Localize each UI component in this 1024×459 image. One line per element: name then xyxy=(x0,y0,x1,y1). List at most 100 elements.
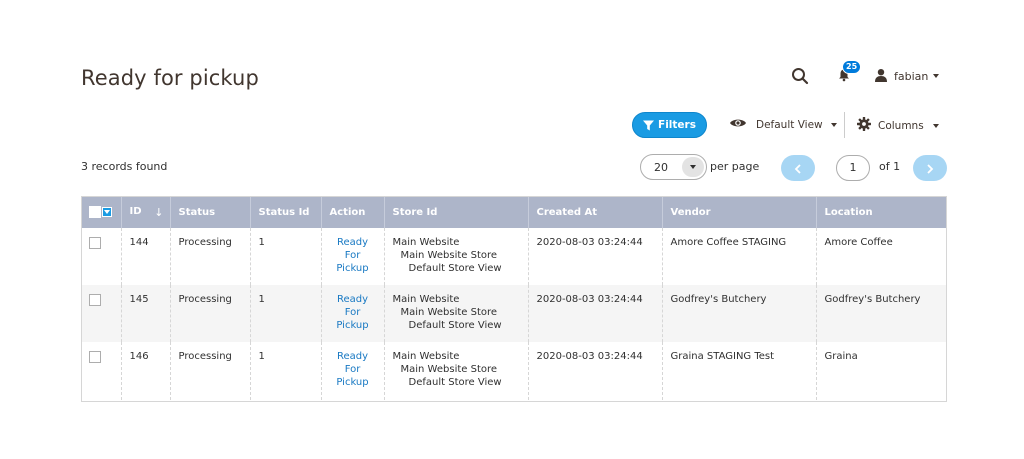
cell-location: Amore Coffee xyxy=(815,228,947,285)
column-header-action[interactable]: Action xyxy=(320,196,384,228)
filters-label: Filters xyxy=(658,119,696,131)
mass-actions-dropdown[interactable] xyxy=(102,207,112,217)
mass-select-header xyxy=(81,196,121,228)
current-page-input[interactable]: 1 xyxy=(836,155,870,181)
cell-status-id: 1 xyxy=(249,285,321,342)
store-view: Default Store View xyxy=(408,320,502,331)
table-row[interactable]: 146 Processing 1 Ready For Pickup Main W… xyxy=(81,342,947,400)
sort-arrow-icon: ↓ xyxy=(154,205,164,219)
cell-created-at: 2020-08-03 03:24:44 xyxy=(527,228,662,285)
cell-id: 145 xyxy=(120,285,170,342)
ready-for-pickup-link[interactable]: Ready For Pickup xyxy=(330,236,376,275)
action-line: For xyxy=(344,364,361,375)
user-icon xyxy=(874,68,888,85)
cell-store-id: Main Website Main Website Store Default … xyxy=(383,285,528,342)
cell-status-id: 1 xyxy=(249,342,321,400)
action-line: Pickup xyxy=(336,263,369,274)
store-view: Default Store View xyxy=(408,377,502,388)
cell-store-id: Main Website Main Website Store Default … xyxy=(383,228,528,285)
per-page-label: per page xyxy=(710,160,760,173)
row-checkbox[interactable] xyxy=(89,294,101,306)
column-header-vendor[interactable]: Vendor xyxy=(661,196,816,228)
chevron-down-icon xyxy=(104,210,110,214)
cell-store-id: Main Website Main Website Store Default … xyxy=(383,342,528,400)
chevron-down-icon xyxy=(932,123,939,128)
cell-vendor: Graina STAGING Test xyxy=(661,342,816,400)
action-line: Pickup xyxy=(336,377,369,388)
action-line: Pickup xyxy=(336,320,369,331)
ready-for-pickup-link[interactable]: Ready For Pickup xyxy=(330,293,376,332)
per-page-select[interactable]: 20 xyxy=(640,154,707,180)
store-name: Main Website Store xyxy=(400,250,498,261)
column-header-store-id[interactable]: Store Id xyxy=(383,196,528,228)
cell-location: Graina xyxy=(815,342,947,400)
table-row[interactable]: 144 Processing 1 Ready For Pickup Main W… xyxy=(81,228,947,285)
cell-location: Godfrey's Butchery xyxy=(815,285,947,342)
column-header-created-at[interactable]: Created At xyxy=(527,196,662,228)
columns-label: Columns xyxy=(878,119,924,132)
cell-created-at: 2020-08-03 03:24:44 xyxy=(527,342,662,400)
column-header-label: Status xyxy=(178,206,216,218)
store-name: Main Website Store xyxy=(400,364,498,375)
row-checkbox[interactable] xyxy=(89,237,101,249)
cell-vendor: Godfrey's Butchery xyxy=(661,285,816,342)
cell-status: Processing xyxy=(169,285,250,342)
toolbar-divider xyxy=(844,112,845,138)
column-header-label: Status Id xyxy=(258,206,310,218)
table-row[interactable]: 145 Processing 1 Ready For Pickup Main W… xyxy=(81,285,947,342)
column-header-status[interactable]: Status xyxy=(169,196,250,228)
filter-icon xyxy=(643,120,655,131)
user-account-menu[interactable]: fabian xyxy=(874,68,940,85)
per-page-dropdown-button[interactable] xyxy=(682,157,704,177)
store-website: Main Website xyxy=(392,351,460,362)
chevron-down-icon xyxy=(933,74,940,78)
search-icon[interactable] xyxy=(790,66,810,86)
chevron-down-icon xyxy=(690,165,696,169)
select-all-checkbox[interactable] xyxy=(89,206,101,218)
column-header-location[interactable]: Location xyxy=(815,196,947,228)
view-label: Default View xyxy=(756,118,823,131)
action-line: Ready xyxy=(336,351,369,362)
page-title: Ready for pickup xyxy=(81,66,259,90)
row-select-cell xyxy=(81,342,121,400)
orders-grid: ID ↓ Status Status Id Action Store Id Cre… xyxy=(81,196,947,400)
records-found: 3 records found xyxy=(81,160,168,173)
column-header-label: Action xyxy=(329,206,366,218)
cell-action: Ready For Pickup xyxy=(320,342,384,400)
action-line: Ready xyxy=(336,294,369,305)
chevron-down-icon xyxy=(830,122,837,127)
cell-status: Processing xyxy=(169,342,250,400)
row-select-cell xyxy=(81,228,121,285)
chevron-right-icon xyxy=(926,159,934,178)
grid-header-row: ID ↓ Status Status Id Action Store Id Cre… xyxy=(81,196,947,228)
cell-created-at: 2020-08-03 03:24:44 xyxy=(527,285,662,342)
gear-icon xyxy=(857,117,871,134)
notifications-button[interactable]: 25 xyxy=(834,60,862,86)
store-view: Default Store View xyxy=(408,263,502,274)
store-website: Main Website xyxy=(392,294,460,305)
action-line: For xyxy=(344,307,361,318)
row-select-cell xyxy=(81,285,121,342)
cell-id: 146 xyxy=(120,342,170,400)
column-header-id[interactable]: ID ↓ xyxy=(120,196,170,228)
view-switcher[interactable]: Default View xyxy=(729,117,837,132)
chevron-left-icon xyxy=(794,159,802,178)
mass-select[interactable] xyxy=(89,206,113,218)
store-name: Main Website Store xyxy=(400,307,498,318)
next-page-button[interactable] xyxy=(913,155,947,181)
user-name: fabian xyxy=(894,69,929,83)
cell-action: Ready For Pickup xyxy=(320,228,384,285)
total-pages: of 1 xyxy=(879,160,901,173)
filters-button[interactable]: Filters xyxy=(632,112,707,138)
previous-page-button[interactable] xyxy=(781,155,815,181)
column-header-label: Store Id xyxy=(392,206,438,218)
cell-id: 144 xyxy=(120,228,170,285)
column-header-label: Created At xyxy=(536,206,598,218)
ready-for-pickup-link[interactable]: Ready For Pickup xyxy=(330,350,376,389)
cell-action: Ready For Pickup xyxy=(320,285,384,342)
column-header-status-id[interactable]: Status Id xyxy=(249,196,321,228)
columns-button[interactable]: Columns xyxy=(857,117,939,134)
row-checkbox[interactable] xyxy=(89,351,101,363)
column-header-label: Vendor xyxy=(670,206,711,218)
cell-vendor: Amore Coffee STAGING xyxy=(661,228,816,285)
